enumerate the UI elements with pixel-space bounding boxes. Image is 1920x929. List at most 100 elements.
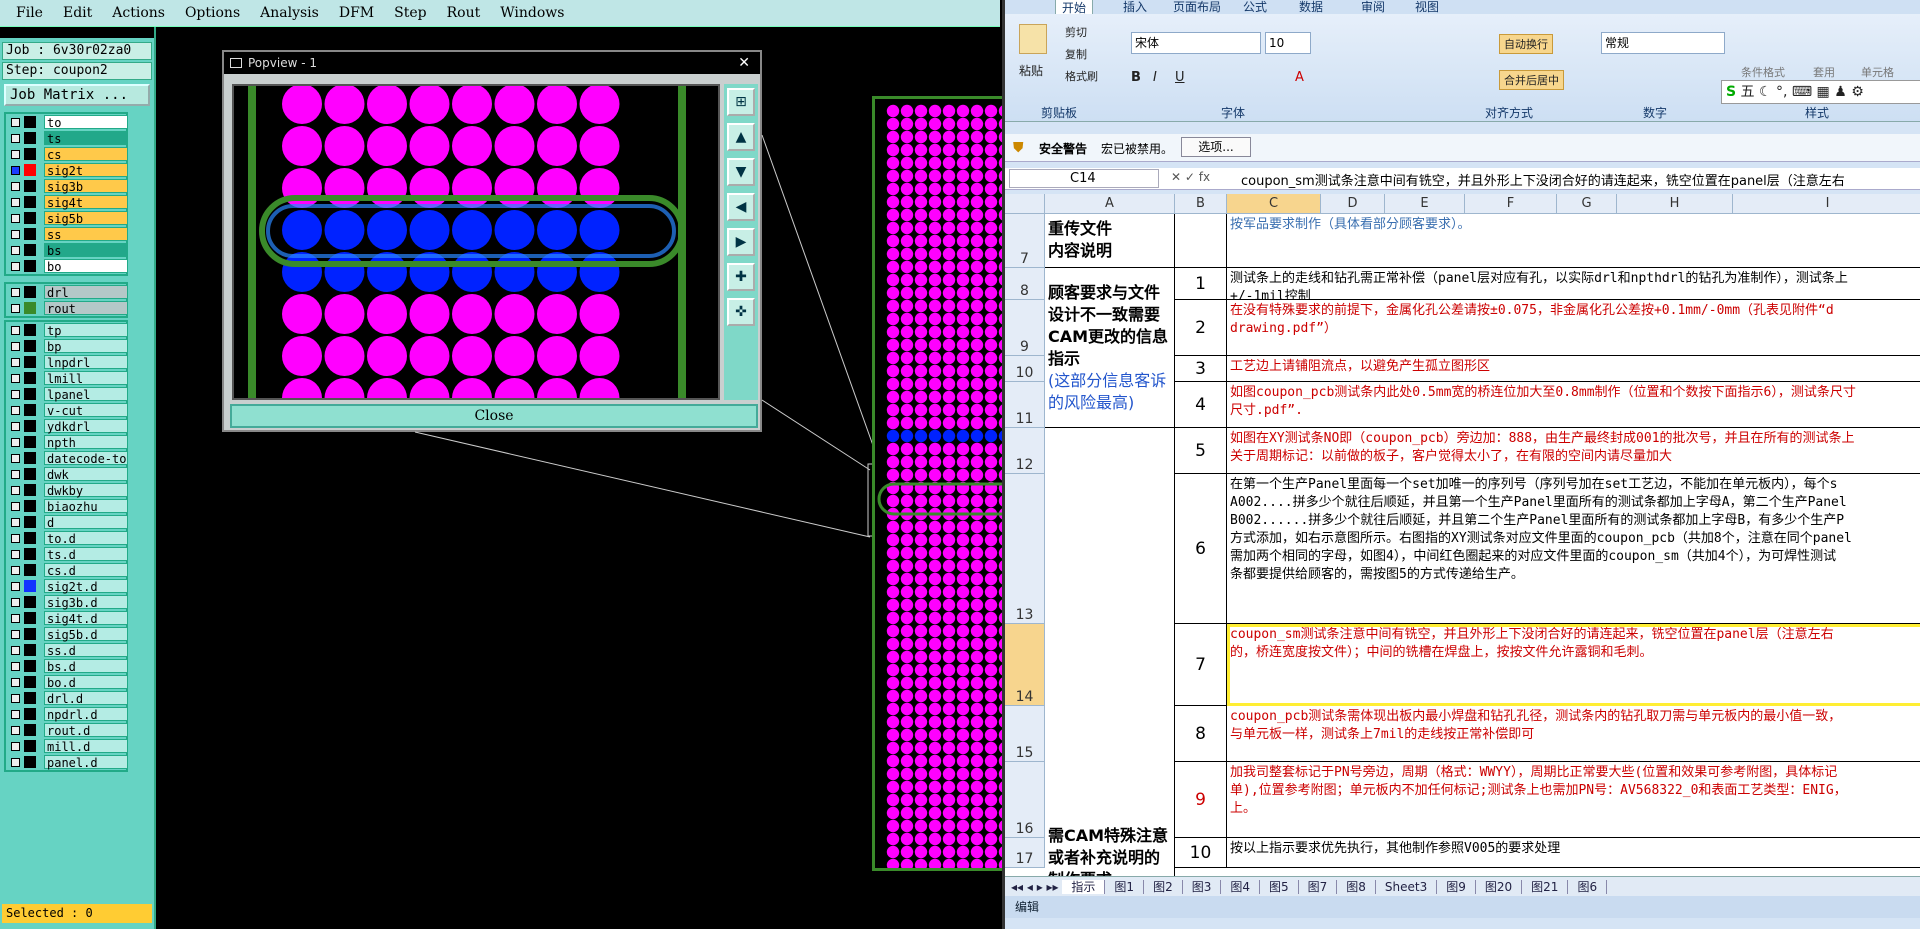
row-header[interactable]: 15 — [1005, 706, 1045, 762]
sheet-tab[interactable]: 图4 — [1221, 880, 1260, 894]
ime-toolbar[interactable]: S 五 ☾ °, ⌨ ▦ ♟ ⚙ — [1721, 80, 1920, 104]
formula-bar: C14 ✕ ✓ fx coupon_sm测试条注意中间有铣空，并且外形上下没闭合… — [1005, 168, 1920, 190]
cell-requirement[interactable]: 工艺边上请铺阻流点，以避免产生孤立图形区 — [1227, 356, 1920, 382]
font-size-select[interactable]: 10 — [1265, 32, 1311, 54]
cell-index[interactable]: 1 — [1175, 268, 1227, 300]
pad — [900, 637, 914, 651]
format-painter-button[interactable]: 格式刷 — [1065, 68, 1098, 84]
cell-category-merged[interactable]: 顾客要求与文件设计不一致需要CAM更改的信息指示 (这部分信息客诉的风险最高) — [1045, 268, 1175, 428]
column-header[interactable]: D — [1321, 194, 1385, 214]
row-header[interactable]: 9 — [1005, 300, 1045, 356]
paste-icon[interactable] — [1019, 24, 1047, 54]
column-header[interactable]: C — [1227, 194, 1321, 214]
cell-index[interactable]: 6 — [1175, 474, 1227, 624]
conditional-format-button[interactable]: 条件格式 — [1741, 64, 1785, 80]
cell-style-button[interactable]: 单元格 — [1861, 64, 1894, 80]
fx-icon[interactable]: ✕ ✓ fx — [1171, 170, 1210, 184]
row-header[interactable]: 10 — [1005, 356, 1045, 382]
cell-requirement[interactable]: coupon_pcb测试条需体现出板内最小焊盘和钻孔孔径，测试条内的钻孔取刀需与… — [1227, 706, 1920, 762]
worksheet-grid[interactable]: A B C D E F G H I 7 重传文件 内容说明 按军品要求制作（具体看部分顾客要求）。 8 1… — [1005, 194, 1920, 876]
column-header[interactable]: A — [1045, 194, 1175, 214]
ribbon-tab[interactable]: 数据 — [1299, 0, 1323, 15]
cell-requirement[interactable]: 按以上指示要求优先执行，其他制作参照V005的要求处理 — [1227, 838, 1920, 868]
column-header[interactable]: G — [1557, 194, 1617, 214]
ribbon-tab[interactable]: 页面布局 — [1173, 0, 1221, 15]
select-all-corner[interactable] — [1005, 194, 1045, 214]
row-header[interactable]: 16 — [1005, 762, 1045, 838]
column-header[interactable]: B — [1175, 194, 1227, 214]
column-header[interactable]: E — [1385, 194, 1465, 214]
copy-button[interactable]: 复制 — [1065, 46, 1087, 62]
column-header[interactable]: H — [1617, 194, 1733, 214]
row-header[interactable]: 11 — [1005, 382, 1045, 428]
pad — [956, 728, 970, 742]
cell-requirement[interactable]: 在没有特殊要求的前提下，金属化孔公差请按±0.075，非金属化孔公差按+0.1m… — [1227, 300, 1920, 356]
cell-requirement[interactable]: 如图在XY测试条NO即（coupon_pcb）旁边加：888，由生产最终封成00… — [1227, 428, 1920, 474]
font-color-icon[interactable]: A — [1295, 70, 1304, 85]
clipboard-group-label: 剪贴板 — [1041, 106, 1078, 120]
sheet-tab[interactable]: 图7 — [1298, 880, 1338, 894]
cell-requirement[interactable]: 加我司整套标记于PN号旁边，周期（格式：WWYY），周期比正常要大些(位置和效果… — [1227, 762, 1920, 838]
cell-index[interactable]: 9 — [1175, 762, 1227, 838]
cell-index[interactable]: 8 — [1175, 706, 1227, 762]
row-header[interactable]: 12 — [1005, 428, 1045, 474]
cell-index[interactable]: 5 — [1175, 428, 1227, 474]
cut-button[interactable]: 剪切 — [1065, 24, 1087, 40]
ribbon-tab[interactable]: 视图 — [1415, 0, 1439, 15]
sheet-tab[interactable]: 图8 — [1337, 880, 1376, 894]
italic-button[interactable]: I — [1153, 70, 1157, 85]
pcb-coupon-view[interactable] — [872, 96, 1012, 871]
sheet-tab[interactable]: 图21 — [1522, 880, 1569, 894]
pad — [956, 676, 970, 690]
row-header[interactable]: 7 — [1005, 214, 1045, 268]
cell-index[interactable]: 4 — [1175, 382, 1227, 428]
column-header[interactable]: F — [1465, 194, 1557, 214]
sheet-tab[interactable]: 图5 — [1259, 880, 1299, 894]
row-header[interactable]: 17 — [1005, 838, 1045, 868]
bold-button[interactable]: B — [1131, 70, 1141, 85]
cell-category[interactable]: 重传文件 内容说明 — [1045, 214, 1175, 268]
cell-requirement[interactable]: 如图coupon_pcb测试条内此处0.5mm宽的桥连位加大至0.8mm制作（位… — [1227, 382, 1920, 428]
row-header[interactable]: 13 — [1005, 474, 1045, 624]
cell-index[interactable] — [1175, 214, 1227, 268]
cell-requirement[interactable]: coupon_sm测试条注意中间有铣空，并且外形上下没闭合好的请连起来，铣空位置… — [1227, 624, 1920, 706]
pad — [984, 676, 998, 690]
pad — [886, 611, 900, 625]
pad — [984, 416, 998, 430]
sheet-tab[interactable]: 图9 — [1437, 880, 1476, 894]
cell-index[interactable]: 2 — [1175, 300, 1227, 356]
name-box[interactable]: C14 — [1009, 169, 1159, 188]
sheet-tab[interactable]: 图2 — [1144, 880, 1183, 894]
wrap-text-button[interactable]: 自动换行 — [1499, 34, 1553, 54]
table-format-button[interactable]: 套用 — [1813, 64, 1835, 80]
font-name-select[interactable]: 宋体 — [1131, 32, 1261, 54]
row-header[interactable]: 14 — [1005, 624, 1045, 706]
category-text: 需CAM特殊注意或者补充说明的制作要求 — [1048, 826, 1169, 876]
sheet-tab[interactable]: 图1 — [1105, 880, 1145, 894]
sheet-tab[interactable]: 图20 — [1475, 880, 1523, 894]
paste-button[interactable]: 粘贴 — [1019, 62, 1043, 79]
cell-requirement[interactable]: 按军品要求制作（具体看部分顾客要求）。 — [1227, 214, 1920, 268]
underline-button[interactable]: U — [1175, 70, 1185, 85]
ribbon-tab[interactable]: 插入 — [1123, 0, 1147, 15]
number-format-select[interactable]: 常规 — [1601, 32, 1725, 54]
cell-index[interactable]: 3 — [1175, 356, 1227, 382]
cell-index[interactable]: 7 — [1175, 624, 1227, 706]
cell-index[interactable]: 10 — [1175, 838, 1227, 868]
pad — [914, 585, 928, 599]
formula-input[interactable]: coupon_sm测试条注意中间有铣空，并且外形上下没闭合好的请连起来，铣空位置… — [1241, 170, 1845, 189]
column-header[interactable]: I — [1733, 194, 1920, 214]
sheet-tab[interactable]: 图3 — [1182, 880, 1222, 894]
security-options-button[interactable]: 选项... — [1181, 137, 1251, 157]
sheet-tab[interactable]: Sheet3 — [1375, 880, 1438, 894]
cell-requirement[interactable]: 在第一个生产Panel里面每一个set加唯一的序列号（序列号加在set工艺边，不… — [1227, 474, 1920, 624]
row-header[interactable]: 8 — [1005, 268, 1045, 300]
ribbon-tab[interactable]: 审阅 — [1361, 0, 1385, 15]
ribbon-tab[interactable]: 公式 — [1243, 0, 1267, 15]
sheet-tab[interactable]: 图6 — [1568, 880, 1608, 894]
sheet-nav-icon[interactable]: ◂◂ ◂ ▸ ▸▸ — [1011, 880, 1062, 894]
cell-requirement[interactable]: 测试条上的走线和钻孔需正常补偿（panel层对应有孔，以实际drl和npthdr… — [1227, 268, 1920, 300]
merge-center-button[interactable]: 合并后居中 — [1499, 70, 1564, 90]
sheet-tab[interactable]: 指示 — [1062, 880, 1106, 894]
cell-category-merged[interactable]: 需CAM特殊注意或者补充说明的制作要求 — [1045, 428, 1175, 876]
